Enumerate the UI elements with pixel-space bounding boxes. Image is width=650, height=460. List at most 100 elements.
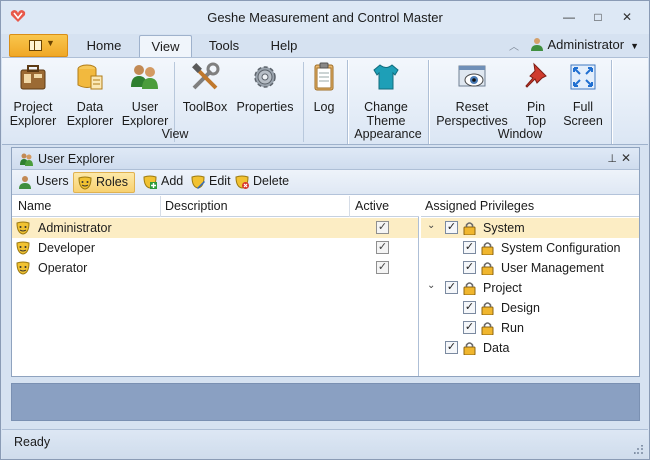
close-panel-icon[interactable]: ✕: [621, 151, 631, 165]
clipboard-icon: [314, 62, 334, 91]
project-explorer-button[interactable]: Project Explorer: [8, 61, 58, 128]
table-row[interactable]: Developer ✓: [12, 238, 418, 258]
chevron-down-icon: ▼: [46, 38, 55, 48]
column-description[interactable]: Description: [165, 199, 228, 213]
resize-grip-icon[interactable]: [634, 445, 644, 455]
privilege-checkbox[interactable]: ✓: [445, 221, 458, 234]
pin-top-label-2: Top: [525, 114, 547, 128]
ribbon: Project Explorer Data Explorer User Expl…: [2, 57, 648, 145]
privilege-label: Project: [483, 281, 522, 295]
table-row[interactable]: Operator ✓: [12, 258, 418, 278]
privilege-checkbox[interactable]: ✓: [445, 341, 458, 354]
minimize-button[interactable]: —: [556, 7, 582, 27]
edit-toolbar-button[interactable]: Edit: [187, 172, 235, 193]
role-mask-icon: [16, 241, 30, 255]
properties-button[interactable]: Properties: [234, 61, 296, 114]
expand-chevron-icon[interactable]: ⌄: [427, 220, 435, 231]
full-screen-button[interactable]: Full Screen: [560, 61, 606, 128]
maximize-button[interactable]: □: [585, 7, 611, 27]
tree-item[interactable]: ⌄ ✓ System: [421, 218, 639, 238]
roles-toolbar-button[interactable]: Roles: [73, 172, 135, 193]
delete-toolbar-button[interactable]: Delete: [231, 172, 293, 193]
toolbox-button[interactable]: ToolBox: [179, 61, 231, 114]
application-menu-button[interactable]: ▼: [9, 34, 68, 57]
tree-header: Assigned Privileges: [421, 196, 639, 217]
panel-header: User Explorer ⊥ ✕: [12, 148, 639, 170]
group-separator: [347, 60, 348, 144]
change-theme-label-1: Change: [364, 100, 408, 114]
project-explorer-label-2: Explorer: [9, 114, 57, 128]
reset-perspectives-button[interactable]: Reset Perspectives: [432, 61, 512, 128]
change-theme-label-2: Theme: [366, 114, 406, 128]
users-icon: [131, 65, 158, 89]
data-explorer-button[interactable]: Data Explorer: [65, 61, 115, 128]
role-mask-icon: [78, 176, 92, 190]
privilege-label: Run: [501, 321, 524, 335]
tab-help[interactable]: Help: [259, 35, 309, 58]
tools-icon: [192, 62, 220, 90]
window-title: Geshe Measurement and Control Master: [207, 10, 443, 25]
log-label: Log: [313, 100, 335, 114]
privilege-checkbox[interactable]: ✓: [463, 241, 476, 254]
tab-home[interactable]: Home: [77, 35, 131, 58]
eye-window-icon: [458, 65, 486, 87]
privileges-header: Assigned Privileges: [425, 199, 535, 213]
user-explorer-button[interactable]: User Explorer: [120, 61, 170, 128]
tree-item[interactable]: ⌄ ✓ Project: [421, 278, 639, 298]
change-theme-button[interactable]: Change Theme: [358, 61, 414, 128]
pin-panel-icon[interactable]: ⊥: [607, 152, 617, 165]
tab-view[interactable]: View: [139, 35, 192, 58]
add-toolbar-button[interactable]: Add: [139, 172, 187, 193]
table-row[interactable]: Administrator ✓: [12, 218, 418, 238]
privilege-checkbox[interactable]: ✓: [445, 281, 458, 294]
lock-icon: [481, 301, 494, 316]
grid-header: Name Description Active: [12, 196, 419, 217]
collapse-ribbon-icon[interactable]: ︿: [509, 38, 519, 53]
column-divider[interactable]: [349, 196, 350, 217]
log-button[interactable]: Log: [306, 61, 342, 114]
delete-toolbar-label: Delete: [253, 174, 290, 188]
lock-icon: [463, 341, 476, 356]
active-checkbox[interactable]: ✓: [376, 261, 389, 274]
pin-top-button[interactable]: Pin Top: [516, 61, 556, 128]
tree-item[interactable]: ✓ User Management: [421, 258, 639, 278]
toolbox-label: ToolBox: [182, 100, 228, 114]
app-menu-icon: [29, 40, 42, 51]
user-menu[interactable]: Administrator ▼: [530, 37, 639, 52]
tree-item[interactable]: ✓ Run: [421, 318, 639, 338]
caret-down-icon: ▼: [630, 41, 639, 51]
group-separator: [428, 60, 429, 144]
add-role-icon: [143, 175, 157, 189]
app-window: Geshe Measurement and Control Master — □…: [0, 0, 650, 460]
pin-top-label-1: Pin: [526, 100, 546, 114]
users-toolbar-button[interactable]: Users: [14, 172, 70, 193]
privilege-checkbox[interactable]: ✓: [463, 321, 476, 334]
gear-icon: [254, 66, 276, 88]
privilege-checkbox[interactable]: ✓: [463, 261, 476, 274]
tree-item[interactable]: ✓ Design: [421, 298, 639, 318]
document-area: [11, 383, 640, 421]
expand-chevron-icon[interactable]: ⌄: [427, 280, 435, 291]
active-checkbox[interactable]: ✓: [376, 221, 389, 234]
lock-icon: [463, 281, 476, 296]
role-mask-icon: [16, 221, 30, 235]
column-active[interactable]: Active: [355, 199, 389, 213]
user-icon: [530, 38, 543, 51]
full-screen-label-1: Full: [572, 100, 594, 114]
tree-item[interactable]: ✓ Data: [421, 338, 639, 358]
lock-icon: [463, 221, 476, 236]
users-icon: [20, 153, 33, 166]
active-checkbox[interactable]: ✓: [376, 241, 389, 254]
column-name[interactable]: Name: [18, 199, 51, 213]
privilege-checkbox[interactable]: ✓: [463, 301, 476, 314]
tab-tools[interactable]: Tools: [199, 35, 249, 58]
database-icon: [77, 64, 103, 90]
column-divider[interactable]: [160, 196, 161, 217]
close-button[interactable]: ✕: [614, 7, 640, 27]
pushpin-icon: [525, 62, 547, 88]
roles-grid: Name Description Active Administrator ✓: [12, 196, 419, 376]
view-group-label: View: [161, 127, 189, 141]
user-explorer-label-2: Explorer: [121, 114, 169, 128]
tree-item[interactable]: ✓ System Configuration: [421, 238, 639, 258]
data-explorer-label-2: Explorer: [66, 114, 114, 128]
